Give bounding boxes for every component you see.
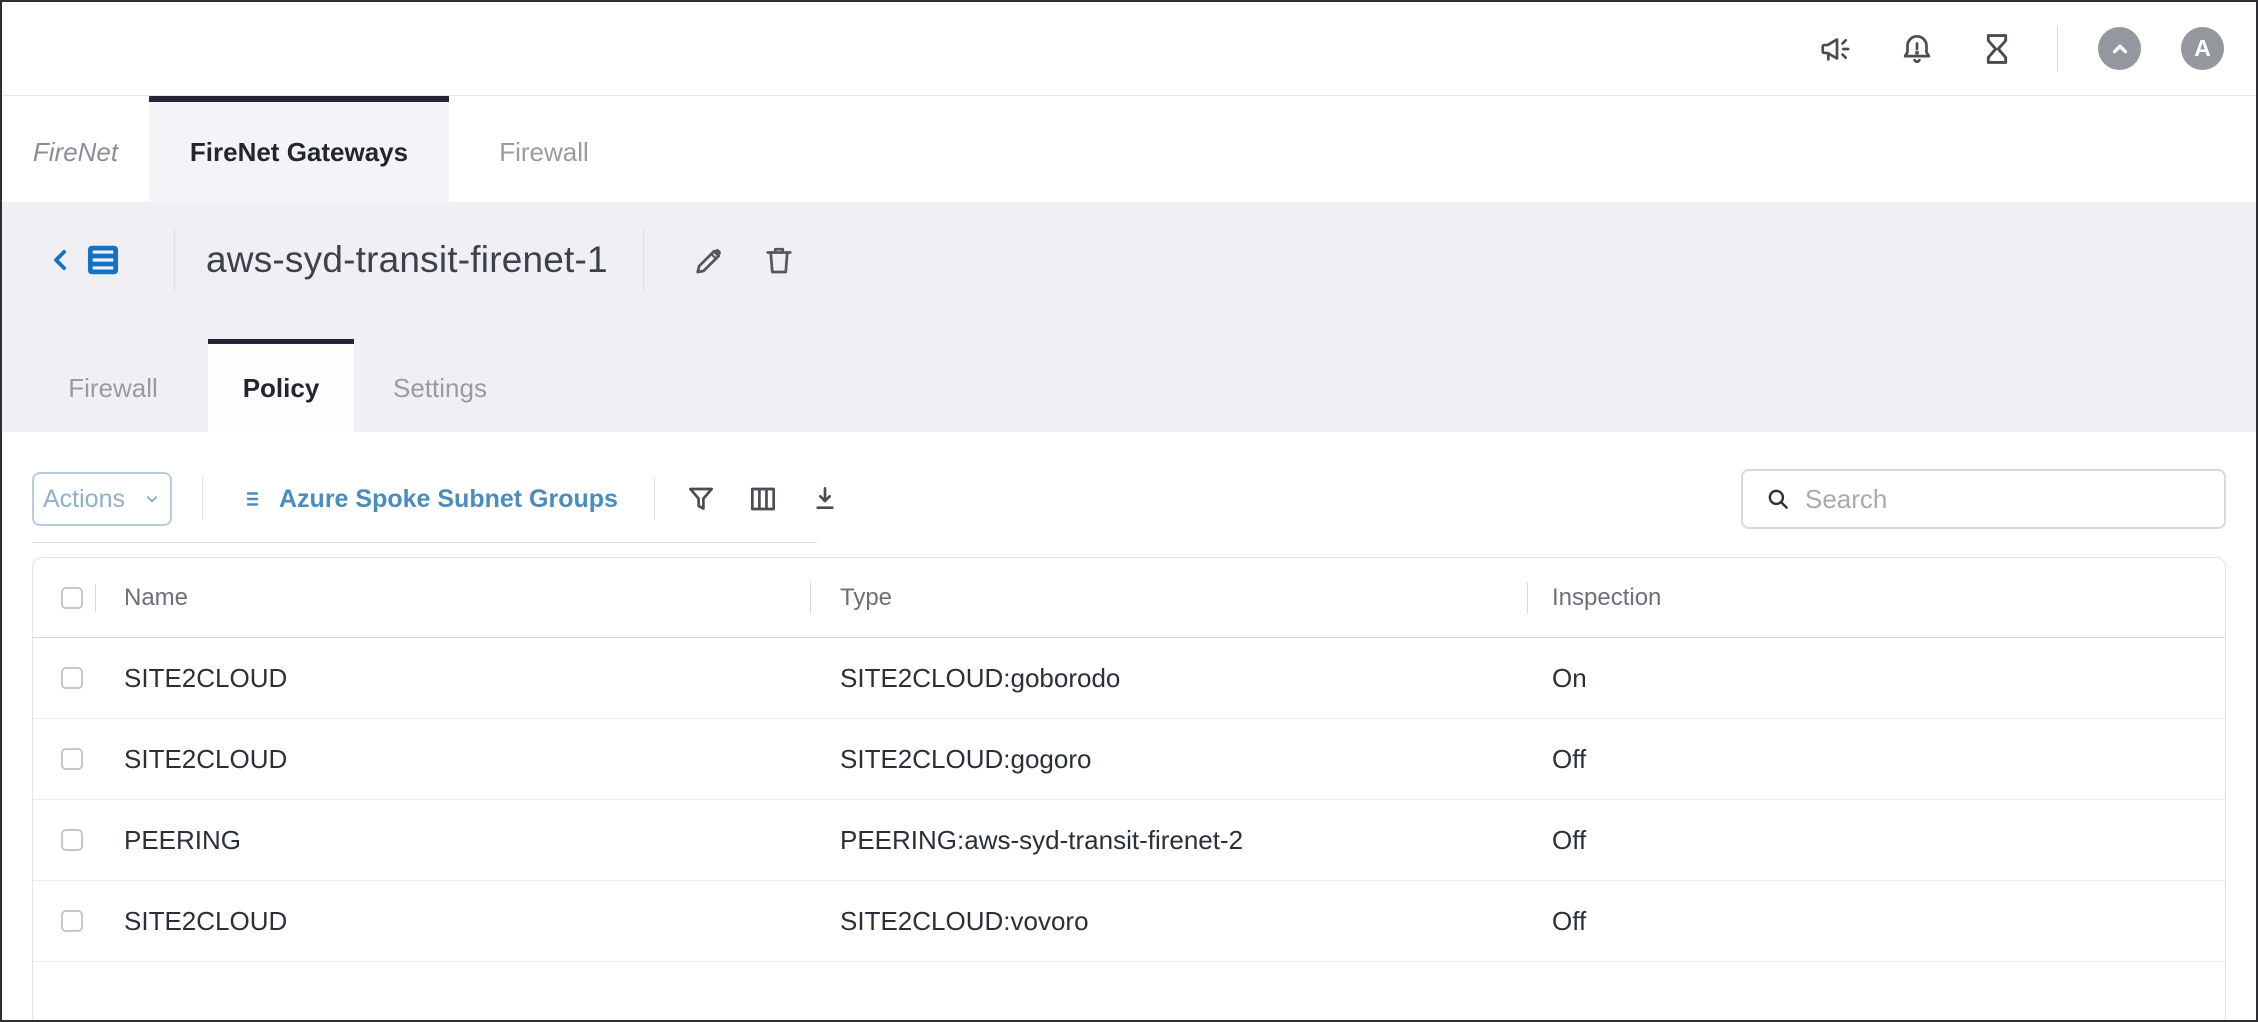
row-checkbox-cell: [33, 800, 96, 880]
cell-name: SITE2CLOUD: [96, 881, 810, 961]
column-header-inspection[interactable]: Inspection: [1527, 558, 2225, 637]
cell-name: PEERING: [96, 800, 810, 880]
columns-icon[interactable]: [747, 483, 779, 515]
user-avatar[interactable]: A: [2181, 27, 2224, 70]
table-row[interactable]: SITE2CLOUD SITE2CLOUD:goborodo On: [33, 638, 2225, 719]
gateway-sub-tabs: Firewall Policy Settings: [2, 339, 2256, 432]
topbar: A: [2, 2, 2256, 96]
app-window: A FireNet FireNet Gateways Firewall aws-…: [0, 0, 2258, 1022]
toolbar-underline: [32, 542, 817, 543]
chevron-up-icon: [2107, 36, 2133, 62]
actions-dropdown-button[interactable]: Actions: [32, 472, 172, 526]
list-icon: [84, 241, 122, 279]
cell-inspection: Off: [1527, 719, 2225, 799]
title-divider-right: [643, 228, 644, 292]
row-checkbox-cell: [33, 881, 96, 961]
group-button-label: Azure Spoke Subnet Groups: [279, 485, 618, 514]
cell-inspection: Off: [1527, 881, 2225, 961]
group-list-icon: [243, 487, 267, 511]
subtab-settings[interactable]: Settings: [354, 339, 526, 432]
chevron-left-icon: [46, 241, 76, 279]
policy-table: Name Type Inspection SITE2CLOUD SITE2CLO…: [32, 557, 2226, 1022]
cell-inspection: On: [1527, 638, 2225, 718]
select-all-checkbox[interactable]: [61, 587, 83, 609]
toolbar-divider-2: [654, 478, 655, 520]
gateway-header: aws-syd-transit-firenet-1 Firewall Polic…: [2, 202, 2256, 432]
search-input[interactable]: [1805, 484, 2185, 515]
topbar-icons: A: [1817, 26, 2224, 72]
row-checkbox[interactable]: [61, 748, 83, 770]
table-header: Name Type Inspection: [33, 558, 2225, 638]
row-checkbox-cell: [33, 719, 96, 799]
delete-gateway-button[interactable]: [761, 242, 797, 278]
cell-name: SITE2CLOUD: [96, 638, 810, 718]
filter-icon[interactable]: [685, 483, 717, 515]
scroll-top-button[interactable]: [2098, 27, 2141, 70]
column-header-type[interactable]: Type: [810, 558, 1527, 637]
subtab-policy[interactable]: Policy: [208, 339, 354, 432]
cell-type: SITE2CLOUD:gogoro: [810, 719, 1527, 799]
cell-type: SITE2CLOUD:vovoro: [810, 881, 1527, 961]
row-checkbox-cell: [33, 638, 96, 718]
table-row[interactable]: SITE2CLOUD SITE2CLOUD:gogoro Off: [33, 719, 2225, 800]
trash-icon: [761, 242, 797, 278]
nav-item-firenet[interactable]: FireNet: [2, 96, 149, 202]
download-icon[interactable]: [809, 483, 841, 515]
subtab-firewall[interactable]: Firewall: [18, 339, 208, 432]
cell-type: PEERING:aws-syd-transit-firenet-2: [810, 800, 1527, 880]
gateway-list-icon[interactable]: [84, 241, 122, 279]
table-body: SITE2CLOUD SITE2CLOUD:goborodo On SITE2C…: [33, 638, 2225, 962]
table-row[interactable]: PEERING PEERING:aws-syd-transit-firenet-…: [33, 800, 2225, 881]
gateway-title: aws-syd-transit-firenet-1: [206, 239, 608, 281]
notifications-icon[interactable]: [1897, 29, 1937, 69]
gateway-title-row: aws-syd-transit-firenet-1: [2, 226, 2256, 294]
edit-gateway-button[interactable]: [690, 242, 727, 279]
tab-firewall[interactable]: Firewall: [449, 96, 639, 202]
toolbar-divider-1: [202, 478, 203, 520]
tasks-hourglass-icon[interactable]: [1977, 29, 2017, 69]
pencil-icon: [690, 242, 727, 279]
chevron-down-icon: [143, 490, 161, 508]
actions-label: Actions: [43, 485, 125, 514]
announcements-icon[interactable]: [1817, 29, 1857, 69]
search-box: [1741, 469, 2226, 529]
azure-spoke-subnet-groups-button[interactable]: Azure Spoke Subnet Groups: [243, 485, 618, 514]
tab-firenet-gateways[interactable]: FireNet Gateways: [149, 96, 449, 202]
search-icon: [1765, 486, 1791, 512]
row-checkbox[interactable]: [61, 667, 83, 689]
back-button[interactable]: [46, 241, 76, 279]
policy-toolbar: Actions Azure Spoke Subnet Groups: [32, 469, 2226, 529]
title-divider-left: [174, 228, 175, 292]
nav-tabs: FireNet FireNet Gateways Firewall: [2, 96, 2256, 202]
column-header-name[interactable]: Name: [96, 558, 810, 637]
row-checkbox[interactable]: [61, 910, 83, 932]
header-checkbox-cell: [33, 558, 96, 637]
topbar-divider: [2057, 26, 2058, 72]
table-row[interactable]: SITE2CLOUD SITE2CLOUD:vovoro Off: [33, 881, 2225, 962]
cell-inspection: Off: [1527, 800, 2225, 880]
cell-name: SITE2CLOUD: [96, 719, 810, 799]
policy-content: Actions Azure Spoke Subnet Groups: [2, 432, 2256, 1022]
cell-type: SITE2CLOUD:goborodo: [810, 638, 1527, 718]
row-checkbox[interactable]: [61, 829, 83, 851]
